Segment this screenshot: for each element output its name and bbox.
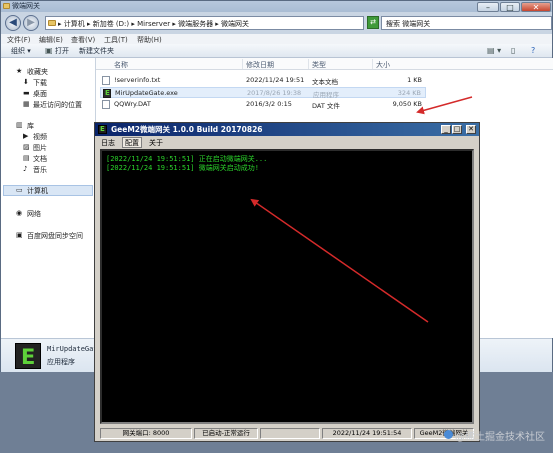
breadcrumb[interactable]: ▸ 计算机 ▸ 新加卷 (D:) ▸ Mirserver ▸ 微端服务器 ▸ 微… xyxy=(58,19,249,29)
nav-computer[interactable]: 计算机 xyxy=(27,186,48,196)
file-name: !serverinfo.txt xyxy=(114,76,161,84)
file-type: DAT 文件 xyxy=(312,102,340,110)
network-icon: ◉ xyxy=(16,209,23,217)
status-state: 已启动-正常运行 xyxy=(194,428,258,439)
file-type: 应用程序 xyxy=(313,91,339,99)
status-time: 2022/11/24 19:51:54 xyxy=(322,428,412,439)
details-file-type: 应用程序 xyxy=(47,358,75,366)
watermark-logo-icon xyxy=(444,430,453,439)
nav-baidu-sync[interactable]: 百度网盘同步空间 xyxy=(27,231,83,241)
menu-bar: 文件(F) 编辑(E) 查看(V) 工具(T) 帮助(H) xyxy=(1,34,552,44)
document-icon: ▤ xyxy=(23,154,30,162)
computer-icon: ▭ xyxy=(16,186,23,194)
gate-title: GeeM2微端网关 1.0.0 Build 20170826 xyxy=(111,125,263,134)
music-icon: ♪ xyxy=(23,165,28,173)
column-separator xyxy=(242,59,243,69)
file-modified: 2017/8/26 19:38 xyxy=(247,89,302,97)
explorer-title: 微端网关 xyxy=(12,2,40,10)
status-bar: 网关端口: 8000 已启动-正常运行 2022/11/24 19:51:54 … xyxy=(100,428,474,439)
forward-button[interactable]: ▶ xyxy=(23,15,39,31)
dat-file-icon xyxy=(102,100,110,109)
column-separator xyxy=(308,59,309,69)
maximize-button[interactable]: □ xyxy=(500,2,520,12)
help-icon[interactable]: ? xyxy=(531,46,535,55)
nav-libraries[interactable]: 库 xyxy=(27,121,34,131)
exe-app-icon: E xyxy=(15,343,41,369)
star-icon: ★ xyxy=(16,67,23,75)
column-headers: 名称 修改日期 类型 大小 xyxy=(96,58,553,70)
nav-downloads[interactable]: 下载 xyxy=(33,78,47,88)
gate-maximize-button[interactable]: □ xyxy=(452,125,462,134)
desktop-icon: ▬ xyxy=(23,89,30,97)
file-modified: 2022/11/24 19:51 xyxy=(246,76,305,84)
video-icon: ▶ xyxy=(23,132,29,140)
gate-tab-bar: 日志 配置 关于 xyxy=(95,137,479,148)
nav-network[interactable]: 网络 xyxy=(27,209,41,219)
tab-about[interactable]: 关于 xyxy=(149,138,163,148)
library-icon: ▥ xyxy=(16,121,23,129)
address-row: ◀ ▶ ▸ 计算机 ▸ 新加卷 (D:) ▸ Mirserver ▸ 微端服务器… xyxy=(1,12,552,33)
nav-music[interactable]: 音乐 xyxy=(33,165,47,175)
file-name: QQWry.DAT xyxy=(114,100,151,108)
status-spacer xyxy=(260,428,320,439)
gate-close-button[interactable]: ✕ xyxy=(466,125,476,134)
column-type[interactable]: 类型 xyxy=(312,60,326,70)
file-type: 文本文档 xyxy=(312,78,338,86)
back-button[interactable]: ◀ xyxy=(5,15,21,31)
exe-app-icon xyxy=(103,89,111,98)
folder-icon xyxy=(48,20,56,26)
tab-log[interactable]: 日志 xyxy=(101,138,115,148)
download-icon: ⬇ xyxy=(23,78,29,86)
gate-title-bar: GeeM2微端网关 1.0.0 Build 20170826 _ □ ✕ xyxy=(95,123,479,136)
nav-desktop[interactable]: 桌面 xyxy=(33,89,47,99)
recent-places-icon: ▦ xyxy=(23,100,30,108)
file-modified: 2016/3/2 0:15 xyxy=(246,100,292,108)
file-size: 1 KB xyxy=(407,76,422,84)
file-size: 324 KB xyxy=(397,89,421,97)
search-icon: ⌕ xyxy=(386,19,390,27)
open-button[interactable]: 打开 xyxy=(55,46,69,56)
gate-window: GeeM2微端网关 1.0.0 Build 20170826 _ □ ✕ 日志 … xyxy=(94,122,480,442)
close-button[interactable]: ✕ xyxy=(521,2,551,12)
refresh-button[interactable]: ⇄ xyxy=(367,16,379,29)
tab-config[interactable]: 配置 xyxy=(125,138,139,148)
organize-button[interactable]: 组织 ▾ xyxy=(11,46,31,56)
file-row[interactable]: QQWry.DAT 2016/3/2 0:15 DAT 文件 9,050 KB xyxy=(100,99,426,110)
open-icon: ▣ xyxy=(45,46,53,55)
file-row-selected[interactable]: MirUpdateGate.exe 2017/8/26 19:38 应用程序 3… xyxy=(100,87,426,99)
column-size[interactable]: 大小 xyxy=(376,60,390,70)
column-modified[interactable]: 修改日期 xyxy=(246,60,274,70)
app-icon xyxy=(98,125,107,134)
explorer-title-bar: 微端网关 – □ ✕ xyxy=(1,1,552,12)
view-options-icon[interactable]: ▤ ▾ xyxy=(487,46,501,55)
navigation-pane: ★ 收藏夹 ⬇ 下载 ▬ 桌面 ▦ 最近访问的位置 ▥ 库 ▶ 视频 ▨ 图片 … xyxy=(1,58,96,338)
log-line: [2022/11/24 19:51:51] 微端网关启动成功! xyxy=(106,164,259,172)
file-size: 9,050 KB xyxy=(392,100,422,108)
column-name[interactable]: 名称 xyxy=(114,60,128,70)
preview-pane-icon[interactable]: ▯ xyxy=(511,46,515,55)
nav-favorites[interactable]: 收藏夹 xyxy=(27,67,48,77)
text-file-icon xyxy=(102,76,110,85)
minimize-button[interactable]: – xyxy=(477,2,499,12)
log-console[interactable]: [2022/11/24 19:51:51] 正在启动微端网关... [2022/… xyxy=(100,149,474,424)
gate-minimize-button[interactable]: _ xyxy=(441,125,451,134)
nav-recent[interactable]: 最近访问的位置 xyxy=(33,100,82,110)
file-name: MirUpdateGate.exe xyxy=(115,89,178,97)
address-bar[interactable]: ▸ 计算机 ▸ 新加卷 (D:) ▸ Mirserver ▸ 微端服务器 ▸ 微… xyxy=(45,16,364,30)
baidu-netdisk-icon: ▣ xyxy=(16,231,23,239)
picture-icon: ▨ xyxy=(23,143,30,151)
folder-icon xyxy=(3,3,10,9)
nav-documents[interactable]: 文档 xyxy=(33,154,47,164)
status-port: 网关端口: 8000 xyxy=(100,428,192,439)
watermark: @稀土掘金技术社区 xyxy=(455,432,545,443)
command-bar: 组织 ▾ ▣ 打开 新建文件夹 ▤ ▾ ▯ ? xyxy=(1,44,552,58)
new-folder-button[interactable]: 新建文件夹 xyxy=(79,46,114,56)
nav-pictures[interactable]: 图片 xyxy=(33,143,47,153)
file-row[interactable]: !serverinfo.txt 2022/11/24 19:51 文本文档 1 … xyxy=(100,75,426,86)
search-input[interactable]: 搜索 微端网关 ⌕ xyxy=(381,16,552,30)
column-separator xyxy=(372,59,373,69)
nav-videos[interactable]: 视频 xyxy=(33,132,47,142)
